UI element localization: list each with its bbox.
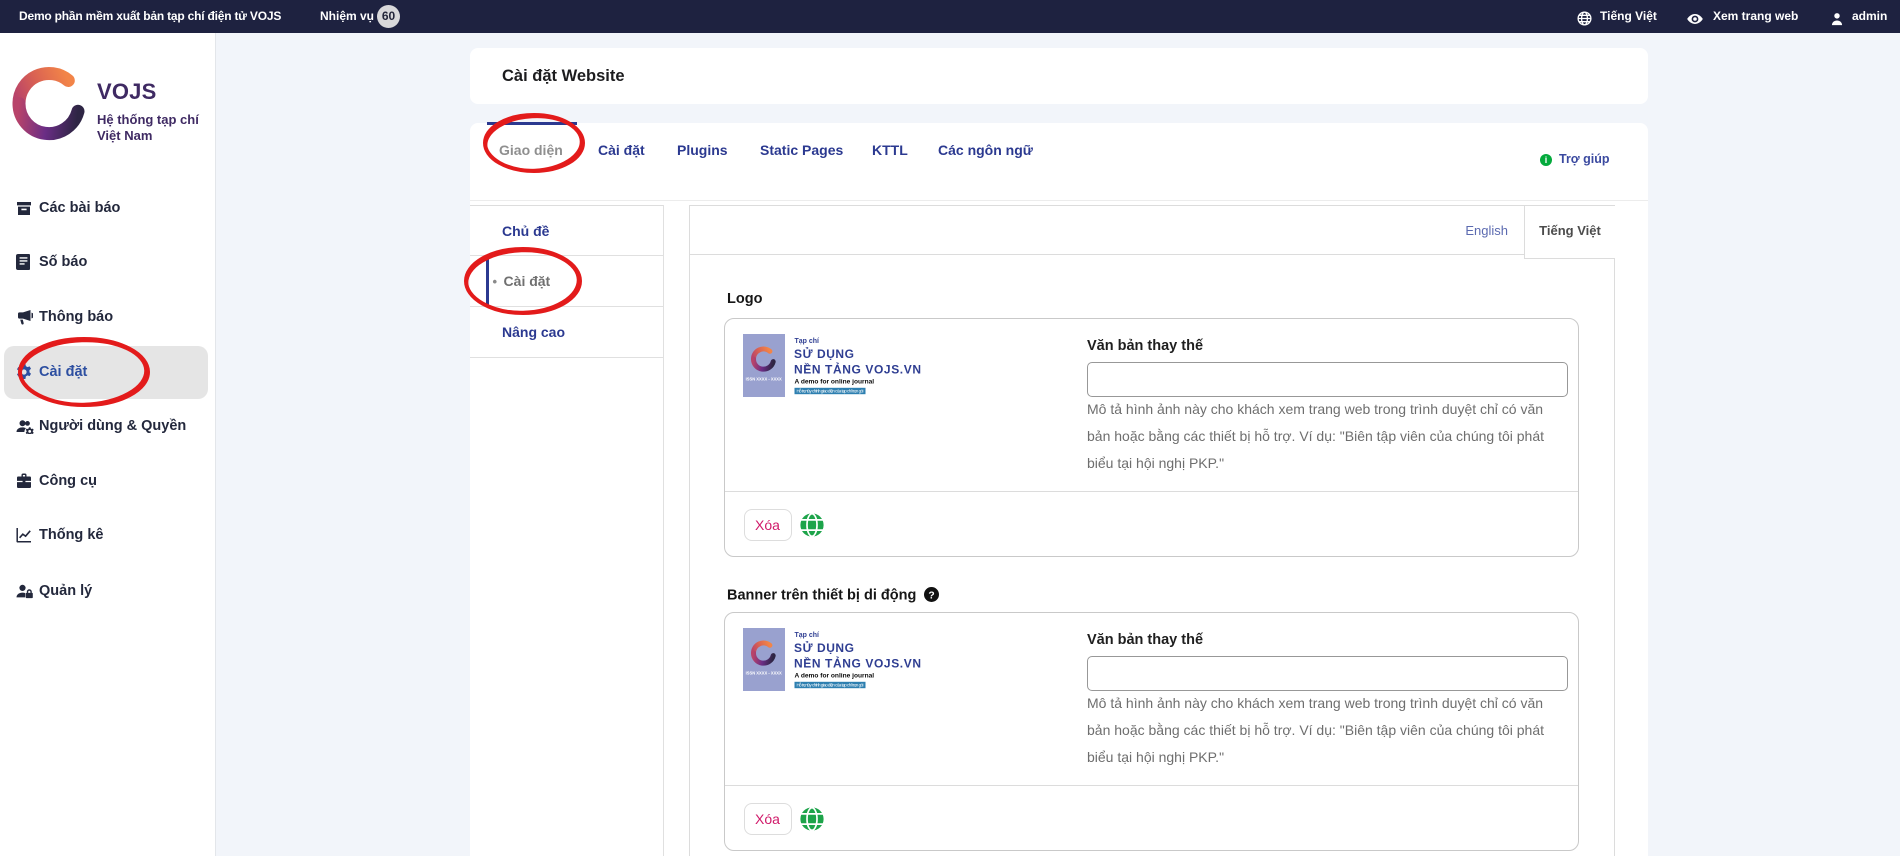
svg-text:Tạp chí: Tạp chí (795, 338, 821, 345)
svg-text:?: ? (929, 590, 935, 601)
svg-text:A demo for online journal: A demo for online journal (795, 673, 875, 680)
svg-text:ISSN XXXX - XXXX: ISSN XXXX - XXXX (746, 377, 782, 382)
svg-text:Hỗ trợ tùy chỉnh giao diện của: Hỗ trợ tùy chỉnh giao diện của tạp chí t… (797, 389, 864, 394)
svg-text:NỀN TẢNG VOJS.VN: NỀN TẢNG VOJS.VN (794, 656, 921, 671)
svg-text:Hỗ trợ tùy chỉnh giao diện của: Hỗ trợ tùy chỉnh giao diện của tạp chí t… (797, 683, 864, 688)
svg-text:Tạp chí: Tạp chí (795, 632, 821, 639)
svg-text:A demo for online journal: A demo for online journal (795, 379, 875, 386)
svg-text:ISSN XXXX - XXXX: ISSN XXXX - XXXX (746, 671, 782, 676)
svg-text:SỬ DỤNG: SỬ DỤNG (794, 346, 854, 361)
svg-text:NỀN TẢNG VOJS.VN: NỀN TẢNG VOJS.VN (794, 362, 921, 377)
svg-text:SỬ DỤNG: SỬ DỤNG (794, 640, 854, 655)
